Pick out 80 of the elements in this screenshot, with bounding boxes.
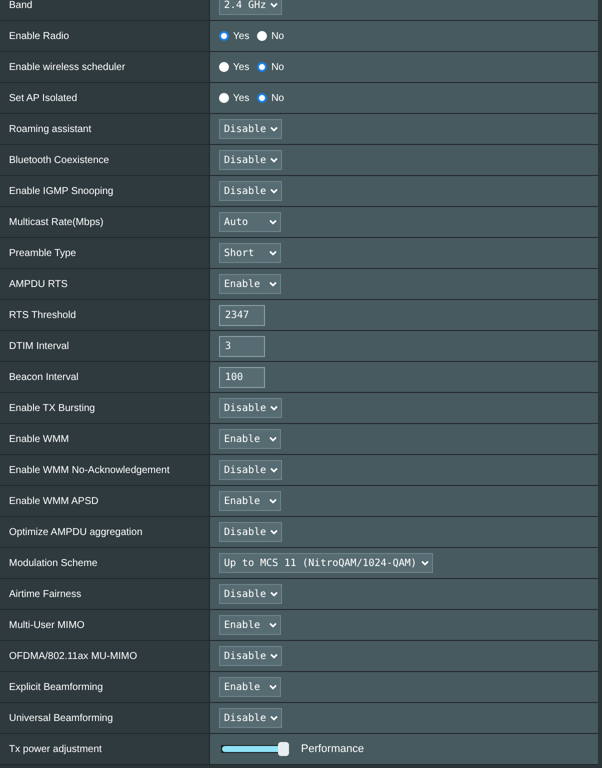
setting-label: Modulation Scheme xyxy=(0,548,210,578)
chevron-down-icon xyxy=(270,126,278,132)
dropdown[interactable]: Disable xyxy=(219,150,282,170)
dropdown[interactable]: Auto xyxy=(219,212,281,232)
slider-thumb[interactable] xyxy=(278,742,289,756)
setting-label: Set AP Isolated xyxy=(0,83,210,113)
input-field[interactable]: 100 xyxy=(219,366,265,388)
setting-label: Bluetooth Coexistence xyxy=(0,145,210,175)
radio-label: No xyxy=(271,30,284,42)
setting-label: Multicast Rate(Mbps) xyxy=(0,207,210,237)
setting-label: Band xyxy=(0,0,210,20)
setting-label: Airtime Fairness xyxy=(0,579,210,609)
dropdown[interactable]: Short xyxy=(219,243,281,263)
radio-label: No xyxy=(271,62,284,72)
setting-label: Universal Beamforming xyxy=(0,703,210,733)
dropdown[interactable]: Disable xyxy=(219,584,282,604)
slider-reading: Performance xyxy=(301,743,364,755)
chevron-down-icon xyxy=(269,250,277,256)
dropdown[interactable]: Enable xyxy=(219,615,281,635)
chevron-down-icon xyxy=(270,591,278,597)
radio-label: Yes xyxy=(233,30,250,42)
dropdown[interactable]: Disable xyxy=(219,646,282,666)
chevron-down-icon xyxy=(269,622,277,628)
dropdown[interactable]: Disable xyxy=(219,708,282,728)
input-field[interactable]: 2347 xyxy=(219,304,265,326)
dropdown[interactable]: Disable xyxy=(219,460,282,480)
radio-button[interactable] xyxy=(219,62,229,72)
radio-button[interactable] xyxy=(219,31,229,41)
setting-label: Beacon Interval xyxy=(0,362,210,392)
chevron-down-icon xyxy=(269,281,277,287)
chevron-down-icon xyxy=(270,467,278,473)
setting-label: Multi-User MIMO xyxy=(0,610,210,640)
dropdown[interactable]: Up to MCS 11 (NitroQAM/1024-QAM) xyxy=(219,553,433,573)
radio-button[interactable] xyxy=(257,31,268,41)
setting-label: OFDMA/802.11ax MU-MIMO xyxy=(0,641,210,671)
setting-label: Tx power adjustment xyxy=(0,734,210,764)
setting-label: AMPDU RTS xyxy=(0,269,210,299)
slider-fill xyxy=(222,746,278,752)
radio-label: Yes xyxy=(233,92,250,104)
setting-label: RTS Threshold xyxy=(0,300,210,330)
chevron-down-icon xyxy=(269,498,277,504)
chevron-down-icon xyxy=(420,560,429,566)
input-field[interactable]: 3 xyxy=(219,336,265,356)
setting-label: DTIM Interval xyxy=(0,331,210,361)
chevron-down-icon xyxy=(270,653,278,659)
chevron-down-icon xyxy=(269,219,277,225)
setting-label: Enable wireless scheduler xyxy=(0,52,210,82)
setting-label: Preamble Type xyxy=(0,238,210,268)
setting-label: Enable WMM xyxy=(0,424,210,454)
radio-label: Yes xyxy=(233,62,250,72)
chevron-down-icon xyxy=(270,529,278,535)
dropdown[interactable]: Disable xyxy=(219,119,282,139)
radio-button[interactable] xyxy=(257,93,268,103)
chevron-down-icon xyxy=(269,684,277,690)
chevron-down-icon xyxy=(270,2,278,8)
setting-label: Explicit Beamforming xyxy=(0,672,210,702)
dropdown[interactable]: Enable xyxy=(219,491,281,511)
dropdown[interactable]: Disable xyxy=(219,181,282,201)
dropdown[interactable]: Disable xyxy=(219,398,282,418)
dropdown[interactable]: Enable xyxy=(219,274,281,294)
dropdown[interactable]: 2.4 GHz xyxy=(219,0,282,15)
chevron-down-icon xyxy=(269,436,277,442)
dropdown[interactable]: Disable xyxy=(219,522,282,542)
radio-label: No xyxy=(271,92,284,104)
dropdown[interactable]: Enable xyxy=(219,429,281,449)
chevron-down-icon xyxy=(270,715,278,721)
setting-label: Enable WMM APSD xyxy=(0,486,210,516)
slider-track[interactable] xyxy=(221,742,289,756)
radio-button[interactable] xyxy=(219,93,229,103)
dropdown[interactable]: Enable xyxy=(219,677,281,697)
chevron-down-icon xyxy=(270,157,278,163)
setting-label: Enable WMM No-Acknowledgement xyxy=(0,455,210,485)
chevron-down-icon xyxy=(270,405,278,411)
setting-label: Roaming assistant xyxy=(0,114,210,144)
setting-label: Optimize AMPDU aggregation xyxy=(0,517,210,547)
radio-button[interactable] xyxy=(257,62,268,72)
setting-label: Enable TX Bursting xyxy=(0,393,210,423)
chevron-down-icon xyxy=(270,188,278,194)
setting-label: Enable IGMP Snooping xyxy=(0,176,210,206)
setting-label: Enable Radio xyxy=(0,21,210,51)
